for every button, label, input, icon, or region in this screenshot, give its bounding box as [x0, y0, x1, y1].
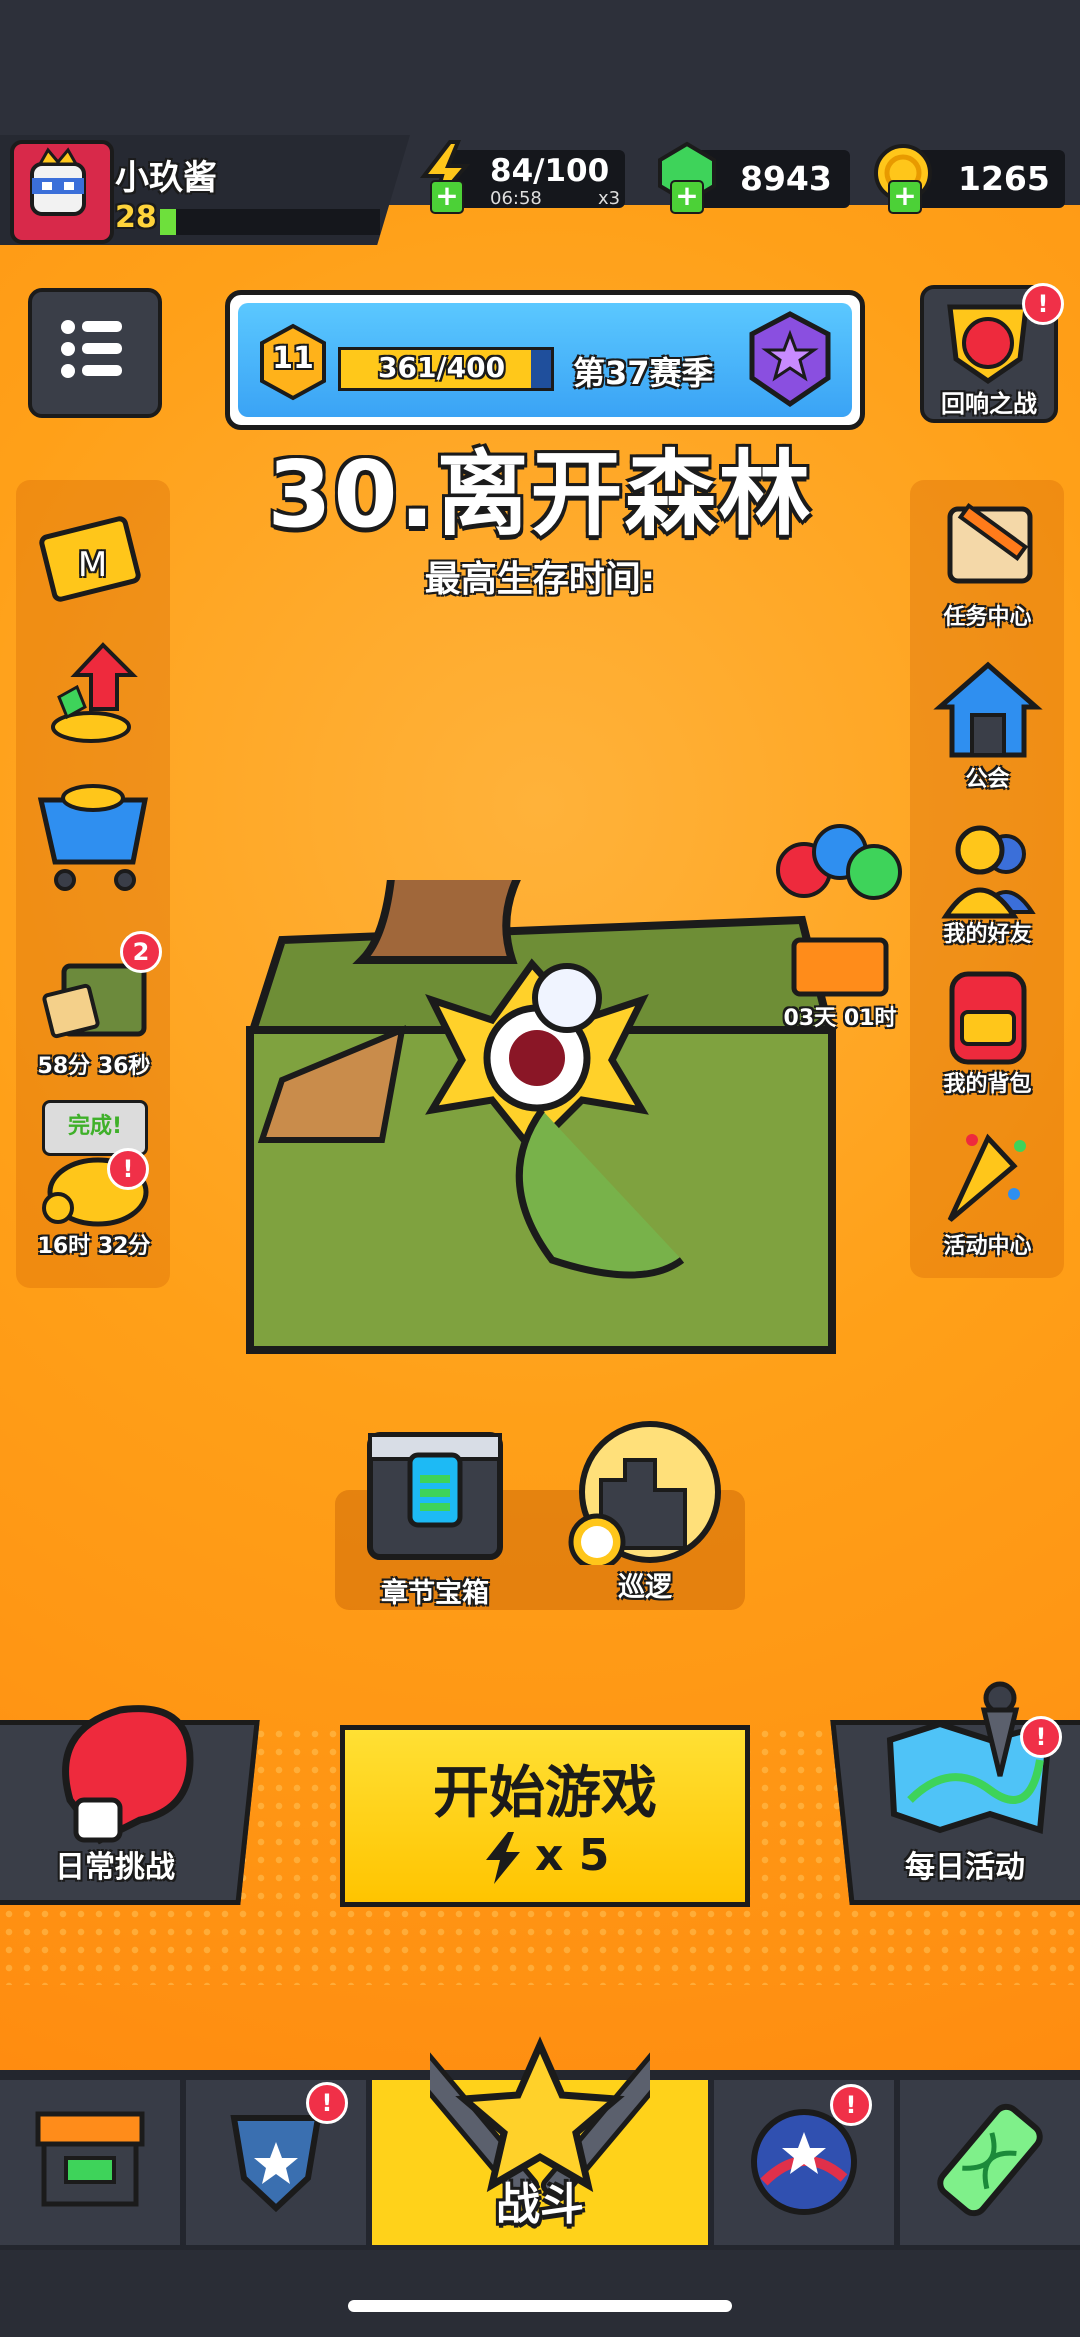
ninja-avatar-icon [30, 147, 86, 216]
piggy-time: 16时 32分 [37, 1234, 151, 1259]
friends-label: 我的好友 [943, 922, 1032, 947]
coins-value: 1265 [958, 159, 1050, 198]
start-game-label: 开始游戏 [433, 1761, 657, 1826]
boxing-glove-icon [62, 1705, 194, 1845]
arrow-up-coins-icon [50, 642, 138, 743]
task-center-label: 任务中心 [943, 605, 1032, 630]
scroll-pencil-icon [947, 502, 1032, 584]
player-name: 小玖酱 [115, 158, 217, 198]
season-inner: 11 361/400 第37赛季 [238, 303, 852, 417]
menu-button[interactable] [28, 288, 162, 418]
shop-cart-button[interactable] [30, 770, 155, 906]
nav-evolution[interactable] [900, 2080, 1080, 2245]
daily-challenge-label: 日常挑战 [55, 1850, 175, 1885]
home-indicator [348, 2300, 732, 2312]
guild-button[interactable]: 公会 [915, 655, 1060, 793]
player-xp-bar [160, 209, 380, 235]
echo-battle-label: 回响之战 [941, 390, 1037, 418]
echo-battle-alert-badge: ! [1022, 283, 1064, 325]
task-center-button[interactable]: 任务中心 [915, 495, 1060, 631]
shop-stall-icon [35, 2111, 145, 2207]
piggy-alert-badge: ! [107, 1148, 149, 1190]
guild-label: 公会 [965, 767, 1010, 792]
backpack-label: 我的背包 [943, 1072, 1032, 1097]
season-badge-icon [749, 311, 831, 408]
nav-shop[interactable] [0, 2080, 180, 2245]
daily-events-label: 每日活动 [905, 1850, 1025, 1885]
nav-battle-label: 战斗 [496, 2179, 584, 2230]
battle-pass-button[interactable]: M [30, 505, 155, 621]
energy-multiplier: x3 [598, 188, 621, 209]
dna-capsule-icon [937, 2103, 1043, 2217]
treasure-map-icon [886, 1681, 1054, 1834]
friends-icon [940, 825, 1036, 919]
energy-timer: 06:58 [490, 188, 542, 209]
timed-chest-badge: 2 [120, 931, 162, 973]
season-progress-text: 361/400 [378, 351, 506, 384]
patrol-button[interactable]: 巡逻 [565, 1420, 725, 1610]
balloon-gift-time: 03天 01时 [783, 1006, 897, 1031]
start-game-button[interactable]: 开始游戏 x 5 [340, 1725, 750, 1907]
talents-alert-badge: ! [830, 2084, 872, 2126]
season-level: 11 [272, 341, 314, 376]
daily-events-alert-badge: ! [1020, 1716, 1062, 1758]
coins-plus-icon[interactable]: + [888, 180, 922, 214]
balloon-gift-icon [776, 824, 902, 997]
nav-talents[interactable]: ! [714, 2080, 894, 2245]
equipment-alert-badge: ! [306, 2082, 348, 2124]
chapter-chest-icon [367, 1432, 503, 1560]
chapter-scene[interactable] [242, 755, 838, 1360]
nav-equipment[interactable]: ! [186, 2080, 366, 2245]
energy-plus-icon[interactable]: + [430, 180, 464, 214]
start-cost: x 5 [535, 1830, 610, 1881]
energy-cost-icon [486, 1832, 520, 1884]
list-menu-icon [61, 320, 122, 378]
player-avatar[interactable] [10, 140, 114, 244]
balloon-gift-button[interactable]: 03天 01时 [770, 820, 910, 1031]
player-level: 28 [115, 200, 157, 235]
gems-value: 8943 [740, 159, 832, 198]
event-center-button[interactable]: 活动中心 [915, 1110, 1060, 1260]
patrol-city-moon-icon [568, 1421, 721, 1571]
pass-label: M [77, 545, 108, 585]
backpack-button[interactable]: 我的背包 [915, 960, 1060, 1098]
friends-button[interactable]: 我的好友 [915, 820, 1060, 948]
shopping-cart-icon [37, 784, 148, 891]
gems-plus-icon[interactable]: + [670, 180, 704, 214]
growth-fund-button[interactable] [30, 635, 155, 761]
patrol-label: 巡逻 [618, 1572, 672, 1603]
chapter-chest-button[interactable]: 章节宝箱 [355, 1425, 515, 1610]
chapter-chest-label: 章节宝箱 [381, 1578, 489, 1609]
forest-level-illustration [246, 755, 836, 1354]
party-popper-icon [947, 1133, 1026, 1222]
backpack-icon [949, 971, 1026, 1065]
timed-chest-time: 58分 36秒 [37, 1054, 151, 1079]
season-label: 第37赛季 [573, 354, 714, 392]
guild-house-icon [932, 661, 1043, 758]
season-panel[interactable]: 11 361/400 第37赛季 [225, 290, 865, 430]
